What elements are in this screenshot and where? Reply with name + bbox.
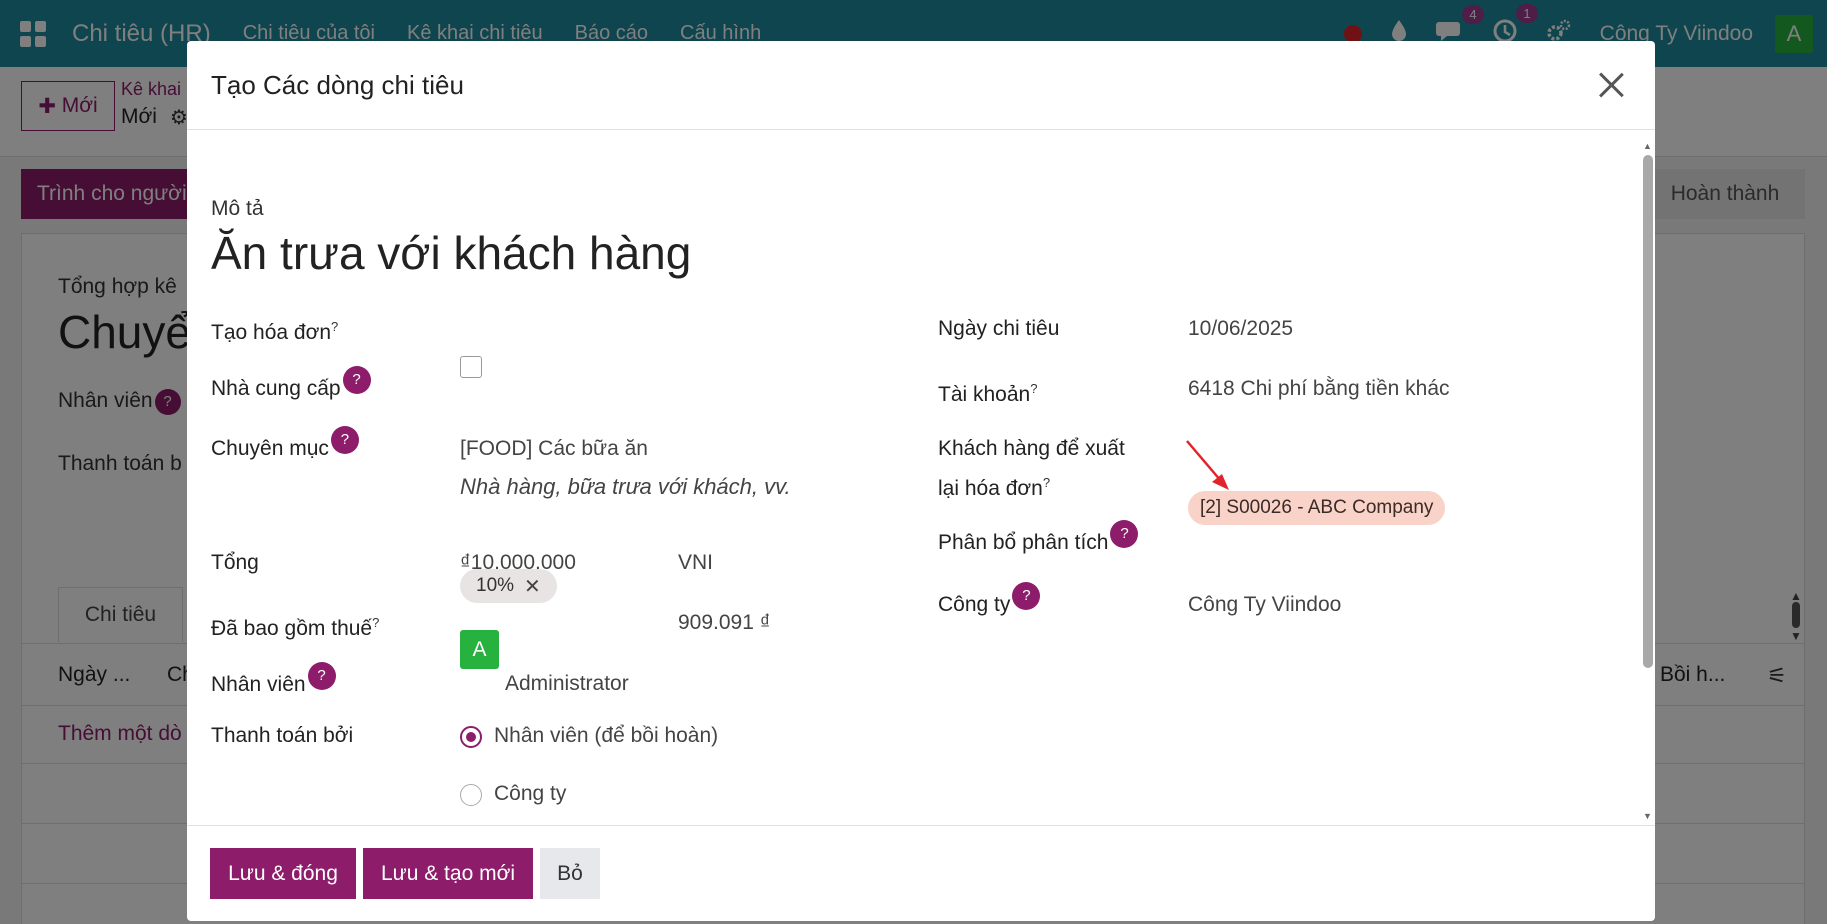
description-label: Mô tả: [211, 197, 264, 220]
tax-amount: 909.091 ₫: [678, 611, 771, 634]
close-icon[interactable]: [1589, 63, 1633, 107]
account-label-text: Tài khoản: [938, 383, 1031, 406]
tax-included-label: Đã bao gồm thuế?: [211, 606, 379, 646]
help-icon[interactable]: ?: [330, 426, 359, 454]
paid-by-company-label[interactable]: Công ty: [494, 777, 566, 811]
tax-tag-label: 10%: [476, 575, 515, 596]
help-icon[interactable]: ?: [1012, 582, 1041, 610]
employee-field[interactable]: Administrator: [505, 667, 629, 701]
tooltip-mark[interactable]: ?: [372, 615, 379, 630]
save-and-close-button[interactable]: Lưu & đóng: [210, 848, 356, 899]
account-label: Tài khoản?: [938, 372, 1037, 412]
help-icon[interactable]: ?: [342, 366, 371, 394]
create-invoice-checkbox[interactable]: [460, 356, 482, 378]
modal-title: Tạo Các dòng chi tiêu: [211, 69, 464, 100]
company-label-text: Công ty: [938, 593, 1011, 616]
modal-footer: Lưu & đóng Lưu & tạo mới Bỏ: [187, 825, 1655, 921]
tax-included-label-text: Đã bao gồm thuế: [211, 617, 373, 640]
discard-button[interactable]: Bỏ: [540, 848, 600, 899]
save-and-new-button[interactable]: Lưu & tạo mới: [363, 848, 533, 899]
scroll-down-icon[interactable]: ▼: [1643, 811, 1652, 821]
modal-body: Mô tả Ăn trưa với khách hàng Tạo hóa đơn…: [187, 131, 1655, 825]
scroll-thumb[interactable]: [1643, 155, 1653, 668]
vendor-label-text: Nhà cung cấp: [211, 377, 341, 400]
tooltip-mark[interactable]: ?: [331, 319, 338, 334]
scroll-up-icon[interactable]: ▲: [1643, 141, 1652, 151]
reinvoice-customer-label: Khách hàng để xuất: [938, 437, 1125, 460]
remove-tag-icon[interactable]: ✕: [524, 574, 541, 599]
paid-by-label: Thanh toán bởi: [211, 724, 354, 747]
category-label: Chuyên mục?: [211, 426, 359, 466]
reinvoice-customer-label-line2: lại hóa đơn?: [938, 466, 1050, 506]
paid-by-employee-label[interactable]: Nhân viên (để bồi hoàn): [494, 719, 718, 753]
paid-by-company-radio[interactable]: [460, 784, 482, 806]
tooltip-mark[interactable]: ?: [1043, 475, 1050, 490]
vendor-label: Nhà cung cấp?: [211, 366, 371, 406]
help-icon[interactable]: ?: [307, 662, 336, 690]
modal-header: Tạo Các dòng chi tiêu: [187, 41, 1655, 130]
category-label-text: Chuyên mục: [211, 437, 329, 460]
tooltip-mark[interactable]: ?: [1030, 381, 1037, 396]
category-description: Nhà hàng, bữa trưa với khách, vv.: [460, 474, 791, 499]
create-invoice-label: Tạo hóa đơn?: [211, 310, 338, 350]
total-label: Tổng: [211, 551, 259, 574]
analytic-distribution-tag[interactable]: [2] S00026 - ABC Company: [1188, 491, 1446, 525]
company-field[interactable]: Công Ty Viindoo: [1188, 588, 1341, 622]
create-invoice-label-text: Tạo hóa đơn: [211, 321, 332, 344]
create-expense-lines-dialog: Tạo Các dòng chi tiêu Mô tả Ăn trưa với …: [187, 41, 1655, 921]
expense-date-field[interactable]: 10/06/2025: [1188, 312, 1293, 346]
employee-label-text: Nhân viên: [211, 673, 306, 696]
modal-scrollbar[interactable]: ▲ ▼: [1641, 141, 1655, 821]
category-field[interactable]: [FOOD] Các bữa ăn: [460, 432, 648, 466]
paid-by-employee-radio[interactable]: [460, 726, 482, 748]
analytic-distribution-label-text: Phân bổ phân tích: [938, 531, 1109, 554]
account-field[interactable]: 6418 Chi phí bằng tiền khác: [1188, 372, 1450, 406]
tax-tag[interactable]: 10% ✕: [460, 569, 557, 603]
employee-avatar: A: [460, 630, 499, 669]
analytic-distribution-label: Phân bổ phân tích?: [938, 520, 1139, 560]
expense-date-label: Ngày chi tiêu: [938, 317, 1060, 340]
currency-field[interactable]: VNI: [678, 546, 712, 580]
employee-label: Nhân viên?: [211, 662, 336, 702]
description-field[interactable]: Ăn trưa với khách hàng: [211, 225, 691, 281]
help-icon[interactable]: ?: [1110, 520, 1139, 548]
company-label: Công ty?: [938, 582, 1041, 622]
reinvoice-customer-label-line2-text: lại hóa đơn: [938, 477, 1043, 500]
